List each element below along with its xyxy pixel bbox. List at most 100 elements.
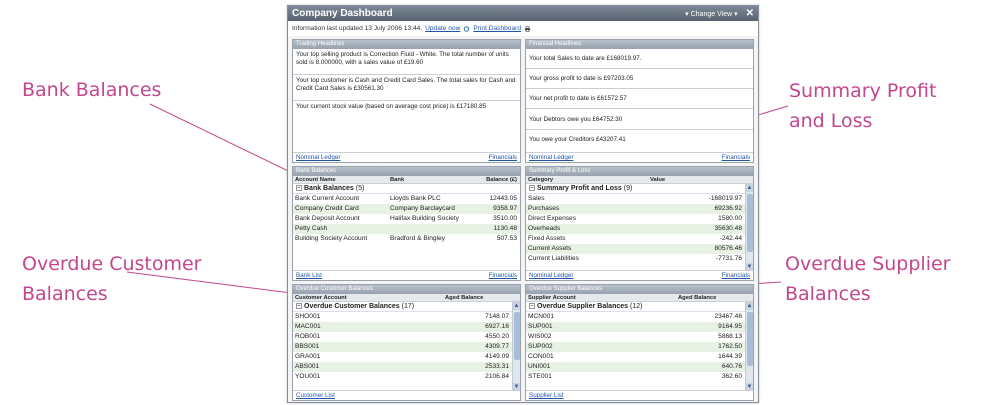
panel-header: Bank Balances [293,167,520,176]
col-account-name[interactable]: Account Name [293,177,388,183]
table-row[interactable]: Current Assets 80576.46 [526,244,745,254]
supplier-scrollbar[interactable]: ▲ ▼ [745,302,753,391]
title-bar: Company Dashboard ▾ Change View ▾ ✕ [288,6,758,21]
group-count: (5) [355,185,365,192]
col-aged-balance[interactable]: Aged Balance [676,295,736,301]
cell: Current Liabilities [528,255,579,262]
info-bar: Information last updated 13 July 2006 13… [288,21,758,36]
table-row[interactable]: UNI001 640.76 [526,362,745,372]
nominal-ledger-link[interactable]: Nominal Ledger [529,153,573,162]
dashboard-grid: Trading Headlines Your top selling produ… [292,39,754,401]
cell: Company Credit Card [295,205,359,212]
cell: Bradford & Bingley [390,235,445,242]
cell: 9164.95 [718,323,742,330]
bank-list-link[interactable]: Bank List [296,271,322,280]
group-row[interactable]: − Overdue Supplier Balances (12) [526,302,753,312]
table-row[interactable]: SUP001 9164.95 [526,322,745,332]
table-row[interactable]: SHO001 7148.07 [293,312,512,322]
financials-link[interactable]: Financials [489,153,517,162]
table-row[interactable]: WIS002 5868.13 [526,332,745,342]
cell: ABS001 [295,363,320,370]
cell: 23467.46 [714,313,742,320]
table-row[interactable]: BBS001 4309.77 [293,342,512,352]
table-row[interactable]: Overheads 35630.48 [526,224,745,234]
table-row[interactable]: SUP002 1762.50 [526,342,745,352]
scroll-up-icon[interactable]: ▲ [746,184,753,192]
table-row[interactable]: Current Liabilities -7731.76 [526,254,745,262]
cell: 507.53 [496,235,517,242]
table-row[interactable]: MCN001 23467.46 [526,312,745,322]
group-row[interactable]: − Bank Balances (5) [293,184,520,194]
collapse-icon[interactable]: − [296,185,302,192]
scroll-up-icon[interactable]: ▲ [513,302,520,310]
scroll-thumb[interactable] [747,194,753,252]
print-dashboard-link[interactable]: Print Dashboard [473,25,521,32]
financials-link[interactable]: Financials [489,271,517,280]
customer-list-link[interactable]: Customer List [296,391,335,400]
table-row[interactable]: GRA001 4149.09 [293,352,512,362]
collapse-icon[interactable]: − [529,185,535,192]
summary-scrollbar[interactable]: ▲ ▼ [745,184,753,271]
table-row[interactable]: Building Society Account Bradford & Bingl… [293,234,520,244]
col-supplier-account[interactable]: Supplier Account [526,295,676,301]
close-icon[interactable]: ✕ [746,8,754,19]
collapse-icon[interactable]: − [529,303,535,310]
col-value[interactable]: Value [648,177,678,183]
cell: 1580.00 [718,215,742,222]
change-view-button[interactable]: ▾ Change View ▾ [685,10,737,18]
table-row[interactable]: YOU001 2106.84 [293,372,512,382]
group-row[interactable]: − Summary Profit and Loss (9) [526,184,753,194]
panel-footer: Nominal Ledger Financials [293,152,520,162]
col-aged-balance[interactable]: Aged Balance [443,295,503,301]
col-customer-account[interactable]: Customer Account [293,295,443,301]
table-row[interactable]: Petty Cash 1130.48 [293,224,520,234]
panel-header: Financial Headlines [526,40,753,49]
summary-rows: Sales -168019.97 Purchases 69236.92 Direct… [526,194,745,262]
scroll-thumb[interactable] [514,312,520,360]
cell: 3510.00 [493,215,517,222]
col-balance[interactable]: Balance (£) [473,177,520,183]
cell: Lloyds Bank PLC [390,195,441,202]
table-row[interactable]: Bank Deposit Account Halifax Building Soc… [293,214,520,224]
table-row[interactable]: Bank Current Account Lloyds Bank PLC 12443… [293,194,520,204]
col-bank[interactable]: Bank [388,177,473,183]
financials-link[interactable]: Financials [722,271,750,280]
refresh-icon[interactable] [463,25,470,32]
table-row[interactable]: Sales -168019.97 [526,194,745,204]
table-row[interactable]: CON001 1644.39 [526,352,745,362]
update-now-link[interactable]: Update now [425,25,460,32]
annotation-supplier-line-1: Overdue Supplier [785,253,951,275]
cell: 80576.46 [714,245,742,252]
cell: Fixed Assets [528,235,566,242]
customer-scrollbar[interactable]: ▲ ▼ [512,302,520,391]
table-row[interactable]: Purchases 69236.92 [526,204,745,214]
cell: MCN001 [528,313,555,320]
table-row[interactable]: ABS001 2533.31 [293,362,512,372]
annotation-customer-line-1: Overdue Customer [22,253,202,275]
cell: Direct Expenses [528,215,577,222]
cell: 640.76 [721,363,742,370]
table-row[interactable]: Direct Expenses 1580.00 [526,214,745,224]
cell: ROB001 [295,333,321,340]
table-row[interactable]: MAC001 6927.16 [293,322,512,332]
col-category[interactable]: Category [526,177,646,183]
financials-link[interactable]: Financials [722,153,750,162]
nominal-ledger-link[interactable]: Nominal Ledger [296,153,340,162]
nominal-ledger-link[interactable]: Nominal Ledger [529,271,573,280]
headline-item: Your Debtors owe you £64752.30 [526,109,753,130]
scroll-up-icon[interactable]: ▲ [746,302,753,310]
table-row[interactable]: Company Credit Card Company Barclaycard 93… [293,204,520,214]
cell: YOU001 [295,373,321,380]
supplier-list-link[interactable]: Supplier List [529,391,564,400]
cell: 1762.50 [718,343,742,350]
scroll-thumb[interactable] [747,312,753,366]
headline-item: Your net profit to date is £61572.57 [526,89,753,109]
cell: 2533.31 [485,363,509,370]
cell: 2106.84 [485,373,509,380]
group-row[interactable]: − Overdue Customer Balances (17) [293,302,520,312]
collapse-icon[interactable]: − [296,303,302,310]
table-row[interactable]: Fixed Assets -242.44 [526,234,745,244]
printer-icon[interactable] [524,25,531,32]
table-row[interactable]: STE001 362.60 [526,372,745,382]
table-row[interactable]: ROB001 4550.20 [293,332,512,342]
